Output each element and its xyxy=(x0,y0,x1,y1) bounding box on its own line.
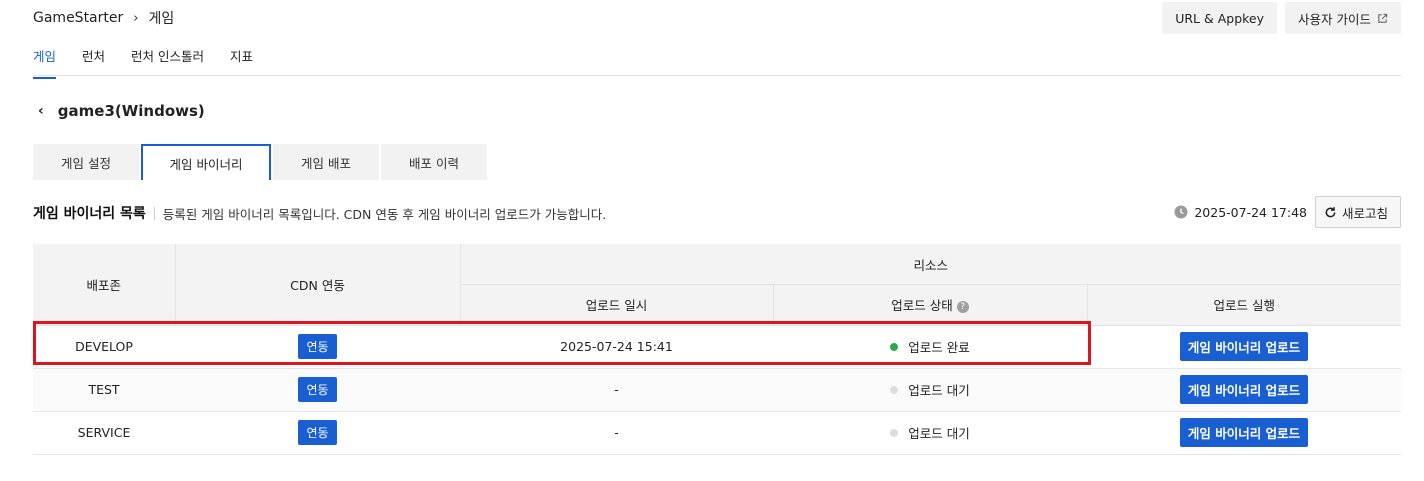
refresh-area: 2025-07-24 17:48 새로고침 xyxy=(1174,196,1401,228)
user-guide-button[interactable]: 사용자 가이드 xyxy=(1285,2,1401,34)
section-header: 게임 바이너리 목록 등록된 게임 바이너리 목록입니다. CDN 연동 후 게… xyxy=(33,203,606,223)
status-pending-dot-icon xyxy=(890,428,899,437)
refresh-button[interactable]: 새로고침 xyxy=(1314,196,1401,228)
zone-cell: DEVELOP xyxy=(33,325,175,369)
section-title: 게임 바이너리 목록 xyxy=(33,206,146,222)
zone-cell: TEST xyxy=(33,368,175,412)
upload-binary-button[interactable]: 게임 바이너리 업로드 xyxy=(1179,375,1309,404)
cdn-cell: 연동 xyxy=(175,411,460,455)
refresh-icon xyxy=(1325,206,1336,217)
upload-binary-button[interactable]: 게임 바이너리 업로드 xyxy=(1179,332,1309,361)
header-zone: 배포존 xyxy=(33,244,176,326)
header-upload-run: 업로드 실행 xyxy=(1087,284,1401,326)
upload-status-cell: 업로드 대기 xyxy=(773,411,1087,455)
user-guide-label: 사용자 가이드 xyxy=(1298,11,1371,27)
back-chevron-icon[interactable]: ‹ xyxy=(38,103,44,119)
header-cdn: CDN 연동 xyxy=(175,244,461,326)
breadcrumb: GameStarter › 게임 xyxy=(33,8,174,28)
cdn-status-badge: 연동 xyxy=(298,420,337,445)
header-upload-status: 업로드 상태? xyxy=(773,284,1088,326)
url-appkey-button[interactable]: URL & Appkey xyxy=(1162,2,1278,34)
header-upload-time: 업로드 일시 xyxy=(460,284,774,326)
help-icon[interactable]: ? xyxy=(956,300,969,313)
status-complete-dot-icon xyxy=(890,342,899,351)
url-appkey-label: URL & Appkey xyxy=(1175,10,1265,26)
upload-status-cell: 업로드 완료 xyxy=(773,325,1087,369)
breadcrumb-current: 게임 xyxy=(148,11,175,27)
status-pending-dot-icon xyxy=(890,385,899,394)
tab-game-deploy[interactable]: 게임 배포 xyxy=(273,144,379,180)
upload-action-cell: 게임 바이너리 업로드 xyxy=(1087,368,1401,412)
game-title: game3(Windows) xyxy=(57,102,205,120)
clock-icon xyxy=(1174,205,1188,219)
upload-binary-button[interactable]: 게임 바이너리 업로드 xyxy=(1179,418,1309,447)
top-actions: URL & Appkey 사용자 가이드 xyxy=(1162,2,1401,34)
header-resource: 리소스 xyxy=(460,244,1401,285)
upload-time-cell: 2025-07-24 15:41 xyxy=(460,325,773,369)
upload-time-cell: - xyxy=(460,411,773,455)
refresh-label: 새로고침 xyxy=(1341,205,1388,221)
upload-action-cell: 게임 바이너리 업로드 xyxy=(1087,325,1401,369)
upload-action-cell: 게임 바이너리 업로드 xyxy=(1087,411,1401,455)
last-updated-timestamp: 2025-07-24 17:48 xyxy=(1194,204,1307,220)
sub-tabs: 게임 설정 게임 바이너리 게임 배포 배포 이력 xyxy=(33,144,487,180)
tab-game-binary[interactable]: 게임 바이너리 xyxy=(141,144,271,180)
cdn-status-badge: 연동 xyxy=(298,377,337,402)
table-row: DEVELOP 연동 2025-07-24 15:41 업로드 완료 게임 바이… xyxy=(33,325,1401,369)
game-header: ‹ game3(Windows) xyxy=(38,102,205,120)
cdn-cell: 연동 xyxy=(175,325,460,369)
upload-status-text: 업로드 완료 xyxy=(908,340,970,355)
header-upload-status-label: 업로드 상태 xyxy=(891,298,953,314)
upload-time-cell: - xyxy=(460,368,773,412)
zone-cell: SERVICE xyxy=(33,411,175,455)
tab-game-settings[interactable]: 게임 설정 xyxy=(33,144,139,180)
table-row: TEST 연동 - 업로드 대기 게임 바이너리 업로드 xyxy=(33,368,1401,412)
table-row: SERVICE 연동 - 업로드 대기 게임 바이너리 업로드 xyxy=(33,411,1401,455)
section-divider xyxy=(153,206,155,220)
cdn-cell: 연동 xyxy=(175,368,460,412)
section-description: 등록된 게임 바이너리 목록입니다. CDN 연동 후 게임 바이너리 업로드가… xyxy=(162,206,607,222)
binary-table: 배포존 CDN 연동 리소스 업로드 일시 업로드 상태? 업로드 실행 DEV… xyxy=(33,244,1401,455)
upload-status-cell: 업로드 대기 xyxy=(773,368,1087,412)
nav-divider xyxy=(33,75,1401,76)
chevron-right-icon: › xyxy=(133,10,139,26)
upload-status-text: 업로드 대기 xyxy=(908,426,970,441)
upload-status-text: 업로드 대기 xyxy=(908,383,970,398)
external-link-icon xyxy=(1378,13,1388,23)
cdn-status-badge: 연동 xyxy=(298,334,337,359)
breadcrumb-root[interactable]: GameStarter xyxy=(33,10,123,26)
tab-deploy-history[interactable]: 배포 이력 xyxy=(381,144,487,180)
